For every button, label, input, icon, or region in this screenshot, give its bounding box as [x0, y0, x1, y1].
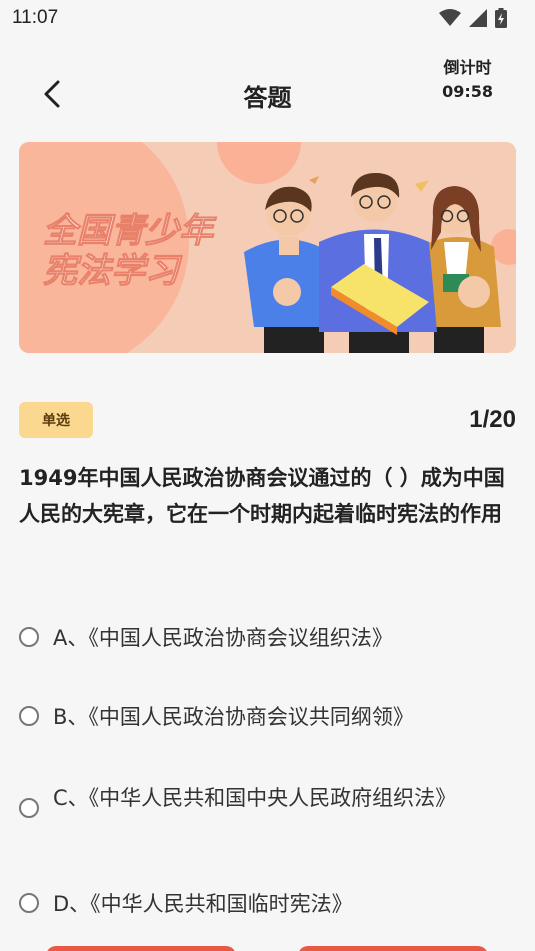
- option-a-label: A、《中国人民政治协商会议组织法》: [53, 626, 393, 650]
- question-meta: 单选 1/20: [19, 402, 516, 440]
- option-c[interactable]: C、《中华人民共和国中央人民政府组织法》: [19, 784, 499, 818]
- status-bar: 11:07: [0, 0, 535, 36]
- radio-button-b[interactable]: [19, 706, 39, 726]
- question-type-badge: 单选: [19, 402, 93, 438]
- banner-illustration: 全国青少年 宪法学习: [19, 142, 516, 353]
- option-d[interactable]: D、《中华人民共和国临时宪法》: [19, 890, 499, 918]
- status-time: 11:07: [12, 7, 59, 28]
- timer-value: 09:58: [442, 82, 493, 101]
- countdown-timer: 倒计时 09:58: [442, 56, 493, 104]
- battery-icon: [495, 8, 507, 28]
- header: 答题 倒计时 09:58: [0, 36, 535, 146]
- option-c-label: C、《中华人民共和国中央人民政府组织法》: [53, 786, 457, 810]
- radio-button-c[interactable]: [19, 798, 39, 818]
- wifi-icon: [439, 9, 461, 26]
- option-b[interactable]: B、《中国人民政治协商会议共同纲领》: [19, 703, 499, 731]
- radio-button-d[interactable]: [19, 893, 39, 913]
- status-icons: [439, 8, 507, 28]
- bottom-button-left[interactable]: [46, 946, 236, 951]
- option-a[interactable]: A、《中国人民政治协商会议组织法》: [19, 624, 499, 652]
- question-progress: 1/20: [469, 406, 516, 433]
- bottom-button-right[interactable]: [298, 946, 488, 951]
- banner-text-line2: 宪法学习: [43, 251, 183, 291]
- radio-button-a[interactable]: [19, 627, 39, 647]
- question-text: 1949年中国人民政治协商会议通过的（ ）成为中国人民的大宪章，它在一个时期内起…: [19, 466, 505, 526]
- option-d-label: D、《中华人民共和国临时宪法》: [53, 892, 353, 916]
- banner-image: 全国青少年 宪法学习: [19, 142, 516, 353]
- banner-text-line1: 全国青少年: [43, 211, 217, 251]
- timer-label: 倒计时: [443, 58, 492, 77]
- option-b-label: B、《中国人民政治协商会议共同纲领》: [53, 705, 414, 729]
- signal-icon: [469, 9, 487, 27]
